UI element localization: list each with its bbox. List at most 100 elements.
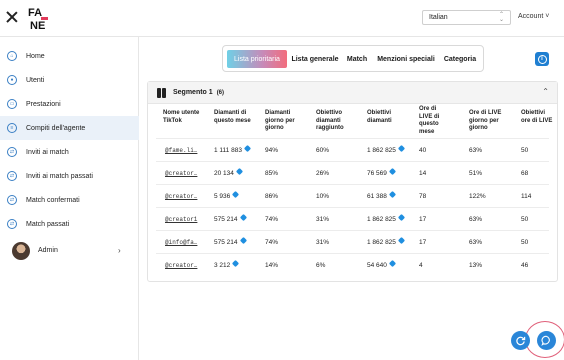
account-menu[interactable]: Account ˅ [518, 13, 549, 20]
segment-title: Segmento 1 [173, 89, 213, 96]
cell-username[interactable]: @creator… [165, 262, 197, 269]
segment-header[interactable]: Segmento 1 (6) ⌃ [148, 82, 557, 104]
table-row: @creator1 575 214 74% 31% 1 862 825 17 6… [156, 207, 549, 230]
table-row: @creator… 5 936 86% 10% 61 388 78 122% 1… [156, 184, 549, 207]
segment-icon [157, 88, 166, 98]
sidebar-item-label: Prestazioni [26, 100, 61, 108]
target-value: 1 862 825 [367, 147, 396, 154]
diamonds-value: 20 134 [214, 170, 234, 177]
tab-general-list[interactable]: Lista generale [290, 50, 340, 68]
cell-diamonds: 5 936 [214, 190, 240, 200]
tab-special-mentions[interactable]: Menzioni speciali [374, 50, 438, 68]
sidebar-item-label: Compiti dell'agente [26, 124, 86, 132]
segment-count: (6) [216, 90, 225, 96]
diamonds-value: 1 111 883 [214, 147, 242, 154]
sidebar-item-confirmed-matches[interactable]: ⇄ Match confermati [0, 188, 139, 212]
cell-username[interactable]: @creator… [165, 170, 197, 177]
diamonds-value: 575 214 [214, 239, 238, 246]
tab-bar: Lista prioritaria Lista generale Match M… [222, 45, 484, 72]
cell-live-target: 68 [521, 170, 529, 177]
invite-icon: ⇄ [7, 147, 17, 157]
cell-username[interactable]: @info@fa… [165, 239, 197, 246]
cell-reached: 60% [316, 147, 330, 154]
column-header-diamonds-daily: Diamanti giorno per giorno [265, 110, 295, 131]
home-icon: ⌂ [7, 51, 17, 61]
users-icon: ● [7, 75, 17, 85]
svg-text:NE: NE [30, 20, 45, 31]
diamond-icon [397, 144, 405, 153]
tab-category[interactable]: Categoria [441, 50, 479, 68]
cell-daily: 94% [265, 147, 279, 154]
diamond-icon [388, 190, 396, 199]
sidebar-item-past-matches[interactable]: ⇄ Match passati [0, 212, 139, 236]
target-value: 61 388 [367, 193, 387, 200]
sidebar-item-label: Match confermati [26, 196, 80, 204]
column-header-live-hours-daily: Ore di LIVE giorno per giorno [469, 110, 502, 131]
sidebar-item-label: Home [26, 52, 45, 60]
user-name[interactable]: Admin [38, 247, 58, 254]
chevron-up-icon[interactable]: ⌃ [542, 87, 549, 96]
cell-daily: 85% [265, 170, 279, 177]
brand-logo: FA NE [28, 7, 48, 31]
language-select[interactable]: Italian ⌃ ⌄ [422, 10, 511, 25]
diamond-icon [397, 213, 405, 222]
column-header-diamonds-month: Diamanti di questo mese [214, 110, 251, 124]
diamond-icon [388, 259, 396, 268]
table-row: @creator… 3 212 14% 6% 54 640 4 13% 46 [156, 253, 549, 276]
diamonds-value: 5 936 [214, 193, 231, 200]
cell-daily: 74% [265, 216, 279, 223]
diamonds-value: 575 214 [214, 216, 238, 223]
cell-live-hours: 14 [419, 170, 427, 177]
cell-live-hours: 17 [419, 216, 427, 223]
cell-live-daily: 122% [469, 193, 486, 200]
cell-diamonds: 3 212 [214, 259, 240, 269]
sidebar-item-home[interactable]: ⌂ Home [0, 44, 139, 68]
sidebar-item-match-invites[interactable]: ⇄ Inviti ai match [0, 140, 139, 164]
column-header-live-hours-target: Obiettivi ore di LIVE [521, 110, 553, 124]
sidebar-item-label: Inviti ai match passati [26, 172, 93, 180]
cell-diamonds: 1 111 883 [214, 144, 251, 154]
tab-priority-list[interactable]: Lista prioritaria [227, 50, 287, 68]
diamond-icon [232, 259, 240, 268]
chevron-right-icon[interactable]: › [118, 246, 121, 255]
cell-target: 54 640 [367, 259, 396, 269]
cell-username[interactable]: @creator1 [165, 216, 197, 223]
avatar[interactable] [12, 242, 30, 260]
sidebar-item-users[interactable]: ● Utenti [0, 68, 139, 92]
column-header-username: Nome utente TikTok [163, 110, 200, 124]
diamond-icon [243, 144, 251, 153]
cell-reached: 10% [316, 193, 330, 200]
sidebar-item-performance[interactable]: ▭ Prestazioni [0, 92, 139, 116]
column-header-diamonds-reached: Obiettivo diamanti raggiunto [316, 110, 344, 131]
cell-reached: 26% [316, 170, 330, 177]
chat-button[interactable] [537, 331, 556, 350]
sidebar-item-label: Match passati [26, 220, 70, 228]
invite-icon: ⇄ [7, 171, 17, 181]
column-header-live-hours-month: Ore di LIVE di questo mese [419, 106, 440, 135]
tasks-icon: ≡ [7, 123, 17, 133]
cell-target: 61 388 [367, 190, 396, 200]
info-button[interactable]: i [535, 52, 549, 66]
performance-icon: ▭ [7, 99, 17, 109]
segment-card: Segmento 1 (6) ⌃ Nome utente TikTok Diama… [147, 81, 558, 282]
cell-username[interactable]: @creator… [165, 193, 197, 200]
cell-live-hours: 78 [419, 193, 427, 200]
cell-username[interactable]: @fame.li… [165, 147, 197, 154]
table-row: @fame.li… 1 111 883 94% 60% 1 862 825 40… [156, 138, 549, 161]
column-header-diamonds-target: Obiettivi diamanti [367, 110, 392, 124]
sidebar-item-agent-tasks[interactable]: ≡ Compiti dell'agente [0, 116, 139, 140]
sidebar-item-label: Inviti ai match [26, 148, 69, 156]
match-icon: ⇄ [7, 195, 17, 205]
cell-live-daily: 51% [469, 170, 483, 177]
cell-live-target: 46 [521, 262, 529, 269]
sidebar-item-label: Utenti [26, 76, 45, 84]
close-icon[interactable] [6, 11, 18, 23]
tab-match[interactable]: Match [344, 50, 370, 68]
diamond-icon [397, 236, 405, 245]
sidebar-item-past-match-invites[interactable]: ⇄ Inviti ai match passati [0, 164, 139, 188]
cell-live-daily: 13% [469, 262, 483, 269]
language-value: Italian [429, 14, 448, 21]
diamond-icon [235, 167, 243, 176]
refresh-button[interactable] [511, 331, 530, 350]
cell-target: 1 862 825 [367, 144, 405, 154]
